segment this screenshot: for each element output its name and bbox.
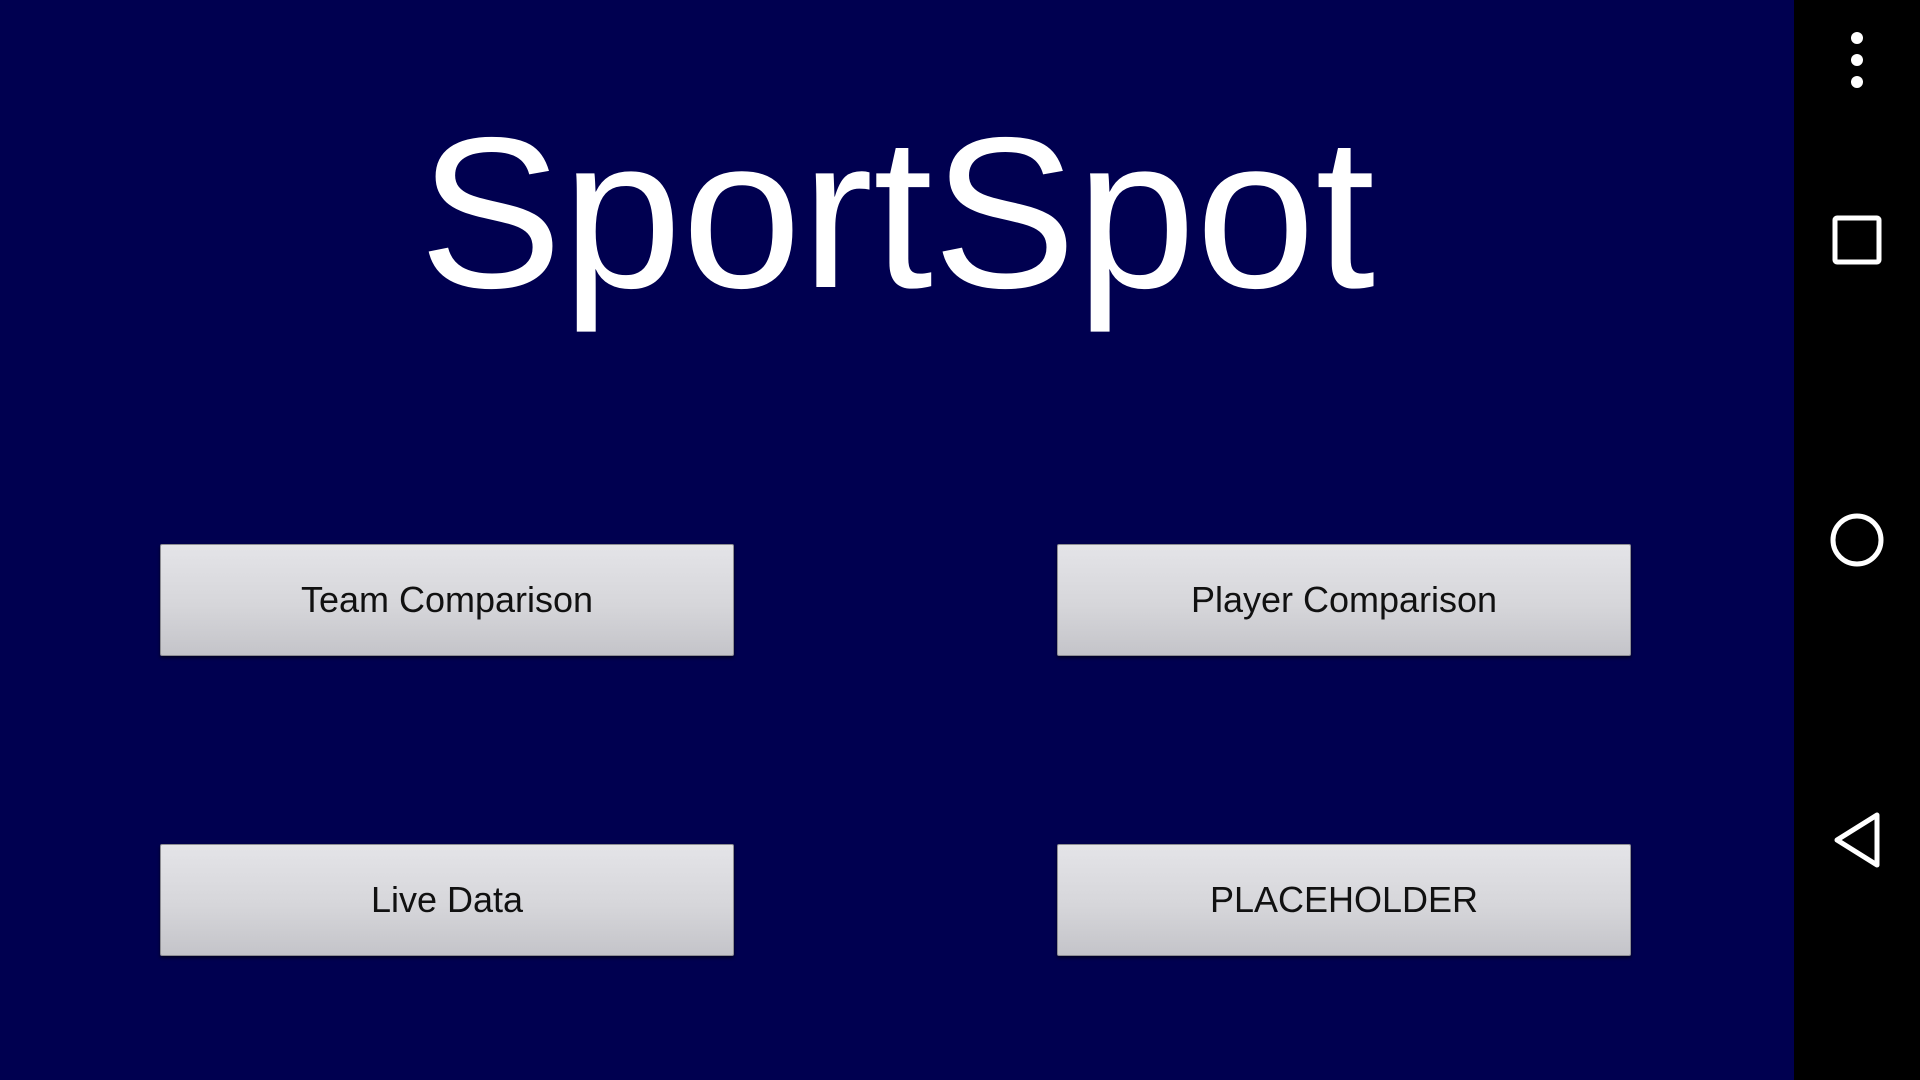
live-data-button[interactable]: Live Data (160, 844, 734, 956)
home-icon (1830, 513, 1884, 567)
player-comparison-button[interactable]: Player Comparison (1057, 544, 1631, 656)
overflow-menu-icon (1851, 32, 1863, 88)
device-screen: SportSpot Team Comparison Player Compari… (0, 0, 1920, 1080)
recents-icon (1832, 215, 1882, 265)
app-main-area: SportSpot Team Comparison Player Compari… (0, 0, 1794, 1080)
system-navigation-bar (1794, 0, 1920, 1080)
recents-button[interactable] (1794, 190, 1920, 290)
home-button[interactable] (1794, 490, 1920, 590)
team-comparison-button[interactable]: Team Comparison (160, 544, 734, 656)
overflow-menu-button[interactable] (1794, 10, 1920, 110)
app-title: SportSpot (418, 92, 1376, 333)
back-icon (1834, 812, 1880, 868)
back-button[interactable] (1794, 790, 1920, 890)
placeholder-button[interactable]: PLACEHOLDER (1057, 844, 1631, 956)
